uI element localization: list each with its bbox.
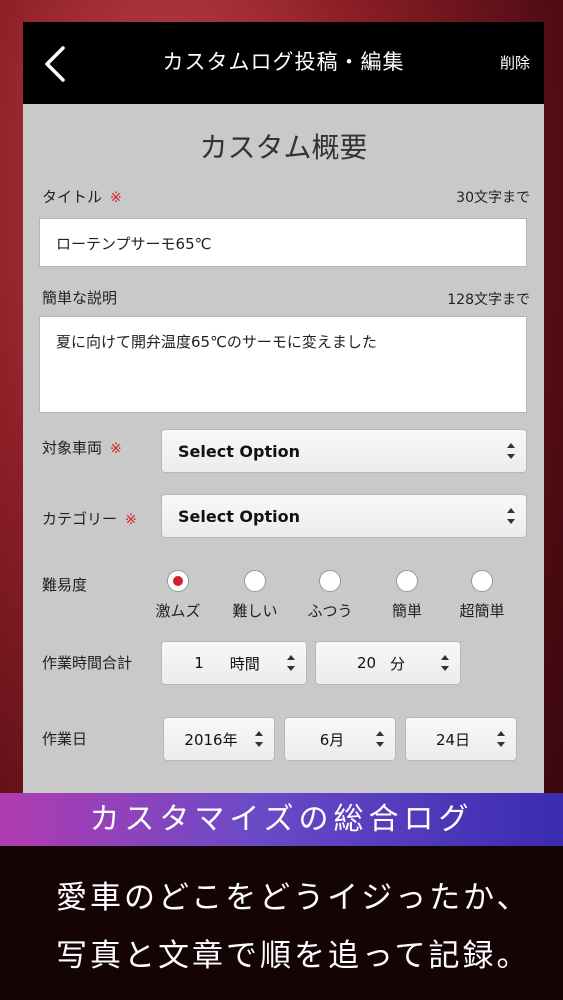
difficulty-option-4[interactable]: 超簡単 xyxy=(447,570,517,621)
title-limit: 30文字まで xyxy=(456,190,530,206)
work-minutes-value: 20 xyxy=(356,654,377,672)
work-month-value: 6月 xyxy=(319,730,345,749)
radio-button[interactable] xyxy=(471,570,493,592)
difficulty-option-label: 超簡単 xyxy=(459,602,505,620)
difficulty-label: 難易度 xyxy=(42,576,88,594)
difficulty-option-3[interactable]: 簡単 xyxy=(372,570,442,621)
difficulty-option-label: 簡単 xyxy=(391,602,422,620)
category-label-text: カテゴリー xyxy=(42,510,118,528)
delete-button[interactable]: 削除 xyxy=(500,52,530,73)
difficulty-option-2[interactable]: ふつう xyxy=(295,570,365,621)
description-limit: 128文字まで xyxy=(447,292,530,308)
title-input[interactable]: ローテンプサーモ65℃ xyxy=(39,218,527,267)
work-month-select[interactable]: 6月 xyxy=(284,717,396,761)
radio-button[interactable] xyxy=(167,570,189,592)
nav-bar: カスタムログ投稿・編集 削除 xyxy=(23,22,544,104)
select-arrows-icon xyxy=(496,730,506,748)
description-label: 簡単な説明 xyxy=(42,289,118,307)
caption-line-1: 愛車のどこをどうイジったか、 xyxy=(56,880,531,916)
radio-button[interactable] xyxy=(319,570,341,592)
work-year-value: 2016年 xyxy=(184,730,238,749)
work-time-label: 作業時間合計 xyxy=(42,654,133,672)
work-hours-value: 1 xyxy=(194,654,204,672)
required-mark: ※ xyxy=(110,441,122,457)
vehicle-label-text: 対象車両 xyxy=(42,439,103,457)
vehicle-select[interactable]: Select Option xyxy=(161,429,527,473)
work-hours-unit: 時間 xyxy=(229,654,260,673)
work-minutes-select[interactable]: 20 分 xyxy=(315,641,461,685)
category-select-value: Select Option xyxy=(178,506,300,526)
select-arrows-icon xyxy=(506,507,516,525)
select-arrows-icon xyxy=(286,654,296,672)
category-label: カテゴリー ※ xyxy=(42,508,137,529)
promo-caption-area: 愛車のどこをどうイジったか、 写真と文章で順を追って記録。 xyxy=(0,846,563,1000)
select-arrows-icon xyxy=(440,654,450,672)
difficulty-option-label: ふつう xyxy=(307,602,353,620)
description-textarea[interactable]: 夏に向けて開弁温度65℃のサーモに変えました xyxy=(39,316,527,413)
section-title: カスタム概要 xyxy=(199,131,368,164)
radio-button[interactable] xyxy=(396,570,418,592)
vehicle-label: 対象車両 ※ xyxy=(42,437,122,458)
difficulty-option-label: 激ムズ xyxy=(155,602,201,620)
work-date-label: 作業日 xyxy=(42,730,88,748)
work-year-select[interactable]: 2016年 xyxy=(163,717,275,761)
difficulty-option-0[interactable]: 激ムズ xyxy=(143,570,213,621)
app-screen: カスタムログ投稿・編集 削除 カスタム概要 タイトル ※ 30文字まで ローテンプ… xyxy=(23,22,544,797)
promo-banner: カスタマイズの総合ログ xyxy=(0,793,563,846)
select-arrows-icon xyxy=(375,730,385,748)
caption-line-2: 写真と文章で順を追って記録。 xyxy=(56,938,531,974)
work-hours-select[interactable]: 1 時間 xyxy=(161,641,307,685)
select-arrows-icon xyxy=(506,442,516,460)
work-minutes-unit: 分 xyxy=(390,654,406,673)
vehicle-select-value: Select Option xyxy=(178,441,300,461)
page-title: カスタムログ投稿・編集 xyxy=(162,50,405,74)
title-label: タイトル ※ xyxy=(42,186,122,207)
required-mark: ※ xyxy=(125,512,137,528)
required-mark: ※ xyxy=(110,190,122,206)
difficulty-option-label: 難しい xyxy=(232,602,278,620)
work-day-value: 24日 xyxy=(435,730,471,749)
radio-button[interactable] xyxy=(244,570,266,592)
title-label-text: タイトル xyxy=(42,188,103,206)
select-arrows-icon xyxy=(254,730,264,748)
work-day-select[interactable]: 24日 xyxy=(405,717,517,761)
difficulty-option-1[interactable]: 難しい xyxy=(220,570,290,621)
category-select[interactable]: Select Option xyxy=(161,494,527,538)
